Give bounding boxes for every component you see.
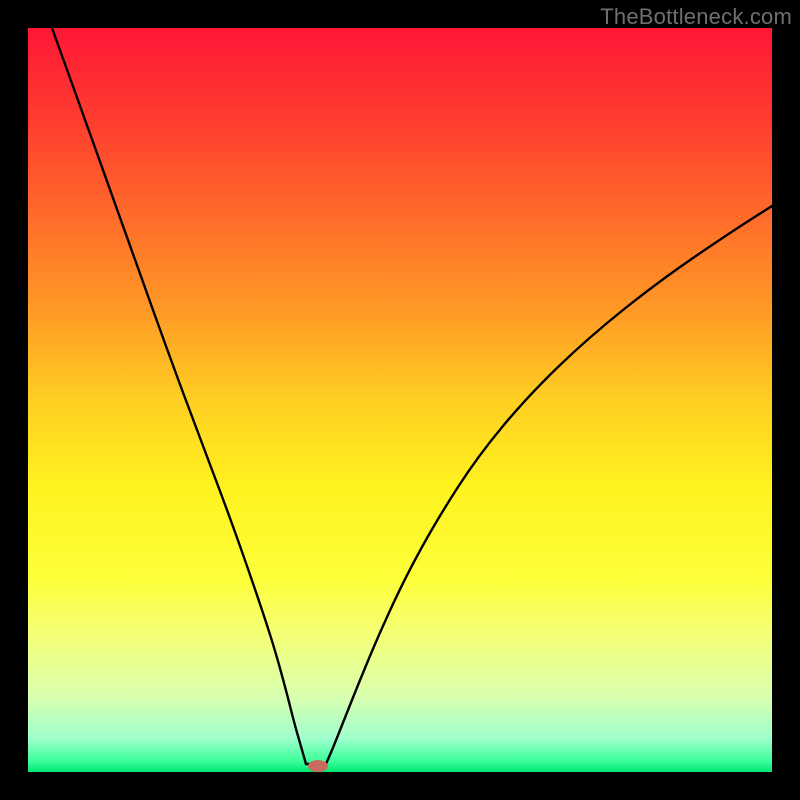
bottleneck-chart (28, 28, 772, 772)
chart-frame (28, 28, 772, 772)
gradient-background (28, 28, 772, 772)
optimum-marker (308, 760, 328, 772)
watermark-text: TheBottleneck.com (600, 4, 792, 30)
